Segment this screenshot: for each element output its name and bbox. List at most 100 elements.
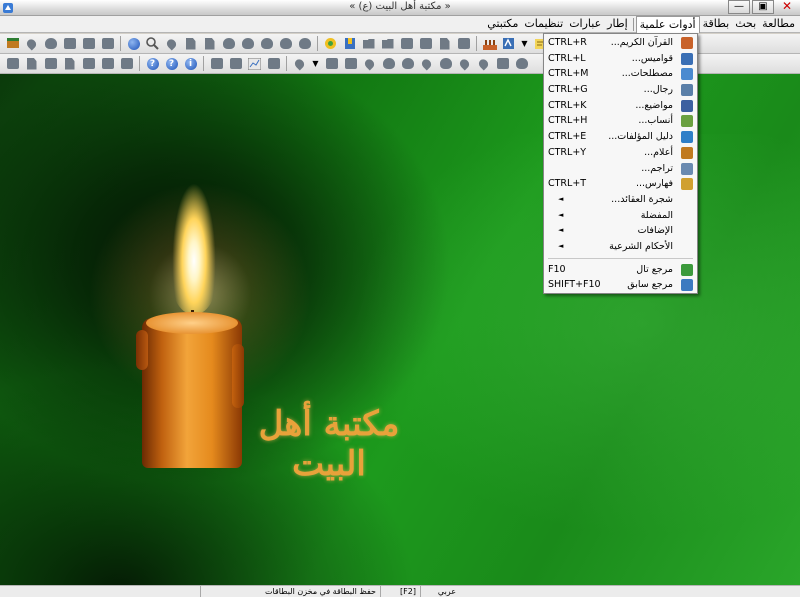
brush-icon[interactable] [419,56,434,71]
menu-item[interactable]: تراجم... [544,161,697,177]
candle-drip [136,330,148,370]
menu-reading[interactable]: مطالعة [759,16,798,33]
stack-icon[interactable] [44,57,58,70]
card-icon[interactable] [63,37,77,50]
menu-item-shortcut: CTRL+E [548,131,587,143]
menu-phrases[interactable]: عبارات [566,16,604,33]
menu-item[interactable]: القرآن الكريم... CTRL+R [544,35,697,51]
lock-icon[interactable] [496,57,510,70]
square-icon[interactable] [325,57,339,70]
dropdown-arrow-icon[interactable]: ▼ [521,37,529,50]
link-icon[interactable] [279,37,293,50]
menu-item-label: تراجم... [641,162,673,174]
ruler-icon[interactable] [292,56,307,71]
copy-icon[interactable] [184,37,198,50]
menu-item[interactable]: مرجع سابق SHIFT+F10 [544,277,697,293]
menu-item-label: مرجع سابق [627,279,673,291]
highlight-icon[interactable] [324,37,338,50]
help-book-icon[interactable]: ? [165,57,179,70]
menu-settings[interactable]: تنظيمات [521,16,566,33]
bookmark-icon[interactable] [343,37,357,50]
menu-item[interactable]: أعلام... CTRL+Y [544,145,697,161]
cloud-icon[interactable] [222,37,236,50]
print-icon[interactable] [419,37,433,50]
menu-frame[interactable]: إطار [604,16,630,33]
works-guide-icon [681,131,693,144]
toolbar-separator [476,36,477,51]
menu-item-shortcut: SHIFT+F10 [548,279,601,291]
text-icon[interactable] [210,57,224,70]
key-icon[interactable] [476,56,491,71]
menu-item[interactable]: مواضيع... CTRL+K [544,98,697,114]
pen-icon[interactable] [457,56,472,71]
edit-icon[interactable] [82,57,96,70]
pointer-icon[interactable] [44,37,58,50]
frame-icon[interactable] [344,57,358,70]
menu-item-label: قواميس... [631,52,673,64]
menu-item[interactable]: رجال... CTRL+G [544,82,697,98]
dictionary-icon [681,52,693,65]
menu-search[interactable]: بحث [732,16,759,33]
export-icon[interactable] [438,37,452,50]
close-button[interactable]: ✕ [776,0,798,14]
title-bar: « مكتبة أهل البيت (ع) » — ▣ ✕ [0,0,800,16]
genealogy-icon [681,115,693,128]
menu-item[interactable]: الأحكام الشرعية ◄ [544,239,697,255]
menu-item[interactable]: الإضافات ◄ [544,223,697,239]
maximize-button[interactable]: ▣ [752,0,774,14]
menu-item[interactable]: دليل المؤلفات... CTRL+E [544,129,697,145]
screen-icon[interactable] [101,37,115,50]
dropdown-arrow-2-icon[interactable]: ▼ [312,57,320,70]
shape-icon[interactable] [241,37,255,50]
menu-card[interactable]: بطاقة [700,16,733,33]
menu-item[interactable]: المفضلة ◄ [544,208,697,224]
status-message: حفظ البطاقة في مخزن البطاقات [200,586,380,597]
zoom-out-icon[interactable] [401,57,415,70]
folder-icon[interactable] [362,37,376,50]
globe-search-icon[interactable] [127,37,141,50]
toolbar-separator [286,56,287,71]
comment-icon[interactable] [515,57,529,70]
info-icon[interactable]: i [184,57,198,70]
menu-item[interactable]: مرجع تال F10 [544,262,697,278]
menu-item[interactable]: مصطلحات... CTRL+M [544,66,697,82]
menu-item[interactable]: شجرة العقائد... ◄ [544,192,697,208]
layout-icon[interactable] [101,57,115,70]
cut-icon[interactable] [63,57,77,70]
prev-ref-icon [681,279,693,292]
grid-icon[interactable] [267,57,281,70]
submenu-arrow-icon: ◄ [558,226,564,235]
columns-icon[interactable] [120,57,134,70]
library-icon[interactable] [482,37,497,50]
menu-my-library[interactable]: مكتبتي [484,16,521,33]
window-icon[interactable] [82,37,96,50]
marker-icon[interactable] [362,56,377,71]
rotate-icon[interactable] [260,37,274,50]
magnifier-icon[interactable] [146,37,160,50]
books-icon[interactable] [6,37,20,50]
menu-item-shortcut: CTRL+Y [548,146,587,158]
cards-icon[interactable] [6,57,20,70]
menu-item[interactable]: أنساب... CTRL+H [544,113,697,129]
filter-icon[interactable] [164,36,179,51]
help-icon[interactable]: ? [146,57,160,70]
paste-icon[interactable] [203,37,217,50]
open-icon[interactable] [381,37,395,50]
list-icon[interactable] [229,57,243,70]
menu-item[interactable]: فهارس... CTRL+T [544,176,697,192]
tag-icon[interactable] [298,37,312,50]
topics-icon [681,99,693,112]
toolbar-separator [120,36,121,51]
chart-icon[interactable] [248,57,262,70]
dictionary-toolbar-icon[interactable] [502,37,516,50]
pages-icon[interactable] [25,57,39,70]
download-icon[interactable] [24,36,39,51]
minimize-button[interactable]: — [728,0,750,14]
zoom-icon[interactable] [382,57,396,70]
save-icon[interactable] [400,37,414,50]
toolbar-separator [317,36,318,51]
table-icon[interactable] [457,37,471,50]
drop-icon[interactable] [439,57,453,70]
menu-scientific-tools[interactable]: أدوات علمية [635,15,700,33]
menu-item[interactable]: قواميس... CTRL+L [544,51,697,67]
